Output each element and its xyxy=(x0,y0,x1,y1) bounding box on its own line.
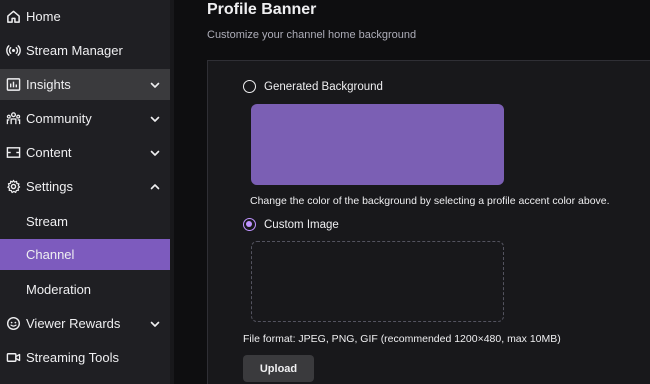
sidebar-item-settings[interactable]: Settings xyxy=(0,171,170,202)
custom-image-radio[interactable] xyxy=(243,218,256,231)
chevron-down-icon xyxy=(140,147,170,159)
sidebar-item-label: Content xyxy=(26,145,72,160)
sidebar-item-label: Channel xyxy=(26,247,75,262)
sidebar-item-stream[interactable]: Stream xyxy=(0,206,170,237)
generated-background-label: Generated Background xyxy=(264,80,383,93)
sidebar-item-home[interactable]: Home xyxy=(0,1,170,32)
sidebar-item-label: Moderation xyxy=(26,282,92,297)
sidebar-item-insights[interactable]: Insights xyxy=(0,69,170,100)
rewards-icon xyxy=(0,308,26,339)
page-subtitle: Customize your channel home background xyxy=(207,29,417,41)
custom-image-label: Custom Image xyxy=(264,218,339,231)
sidebar-item-streaming-tools[interactable]: Streaming Tools xyxy=(0,342,170,373)
generated-background-preview xyxy=(251,104,504,185)
upload-button[interactable]: Upload xyxy=(243,355,314,382)
chevron-down-icon xyxy=(140,113,170,125)
sidebar-item-label: Insights xyxy=(26,77,71,92)
background-helper-text: Change the color of the background by se… xyxy=(250,195,610,207)
gear-icon xyxy=(0,171,26,202)
profile-banner-card: Generated Background Change the color of… xyxy=(207,60,650,384)
sidebar-item-label: Stream Manager xyxy=(26,43,123,58)
community-icon xyxy=(0,103,26,134)
sidebar: Home Stream Manager Insights Community C… xyxy=(0,0,170,384)
custom-image-option[interactable]: Custom Image xyxy=(243,218,339,231)
sidebar-item-content[interactable]: Content xyxy=(0,137,170,168)
sidebar-item-label: Community xyxy=(26,111,92,126)
sidebar-item-label: Viewer Rewards xyxy=(26,316,121,331)
sidebar-item-channel[interactable]: Channel xyxy=(0,239,170,270)
sidebar-item-label: Settings xyxy=(26,179,73,194)
generated-background-radio[interactable] xyxy=(243,80,256,93)
generated-background-option[interactable]: Generated Background xyxy=(243,80,383,93)
sidebar-item-label: Streaming Tools xyxy=(26,350,119,365)
sidebar-item-viewer-rewards[interactable]: Viewer Rewards xyxy=(0,308,170,339)
sidebar-item-moderation[interactable]: Moderation xyxy=(0,274,170,305)
chevron-down-icon xyxy=(140,318,170,330)
camera-icon xyxy=(0,342,26,373)
image-drop-zone[interactable] xyxy=(251,241,504,322)
broadcast-icon xyxy=(0,35,26,66)
insights-icon xyxy=(0,69,26,100)
content-icon xyxy=(0,137,26,168)
sidebar-item-community[interactable]: Community xyxy=(0,103,170,134)
chevron-up-icon xyxy=(140,181,170,193)
sidebar-item-label: Home xyxy=(26,9,61,24)
main-content: Profile Banner Customize your channel ho… xyxy=(174,0,650,384)
sidebar-item-label: Stream xyxy=(26,214,68,229)
page-title: Profile Banner xyxy=(207,1,317,18)
home-icon xyxy=(0,1,26,32)
sidebar-item-stream-manager[interactable]: Stream Manager xyxy=(0,35,170,66)
file-format-text: File format: JPEG, PNG, GIF (recommended… xyxy=(243,333,561,345)
chevron-down-icon xyxy=(140,79,170,91)
